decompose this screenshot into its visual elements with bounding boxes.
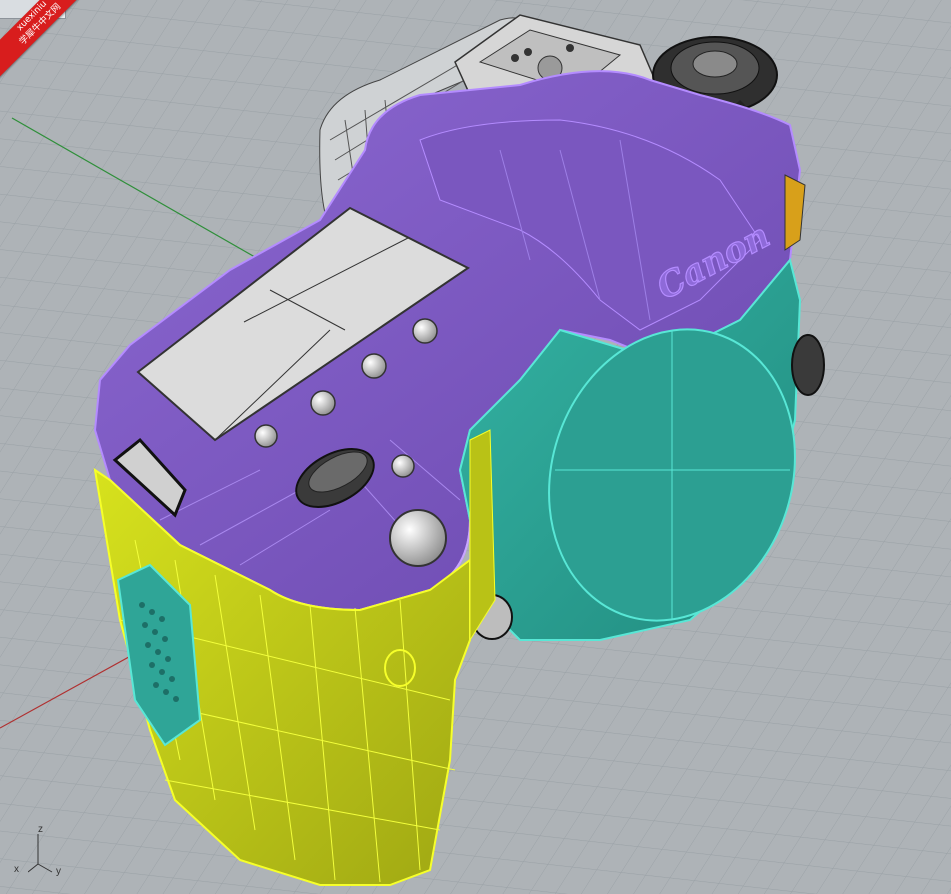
button-2 [361, 353, 387, 379]
button-1 [412, 318, 438, 344]
button-3 [310, 390, 336, 416]
axis-y-label: y [56, 866, 61, 877]
axis-x-label: x [14, 864, 19, 875]
axes-widget: z x y [14, 822, 88, 882]
axis-z-label: z [38, 824, 43, 835]
button-5 [391, 454, 415, 478]
viewport-scene[interactable]: Canon [0, 0, 951, 894]
shutter-button [389, 509, 447, 567]
perspective-viewport[interactable]: Canon xuexiniu 学犀牛中文网 z x y [0, 0, 951, 894]
button-4 [254, 424, 278, 448]
